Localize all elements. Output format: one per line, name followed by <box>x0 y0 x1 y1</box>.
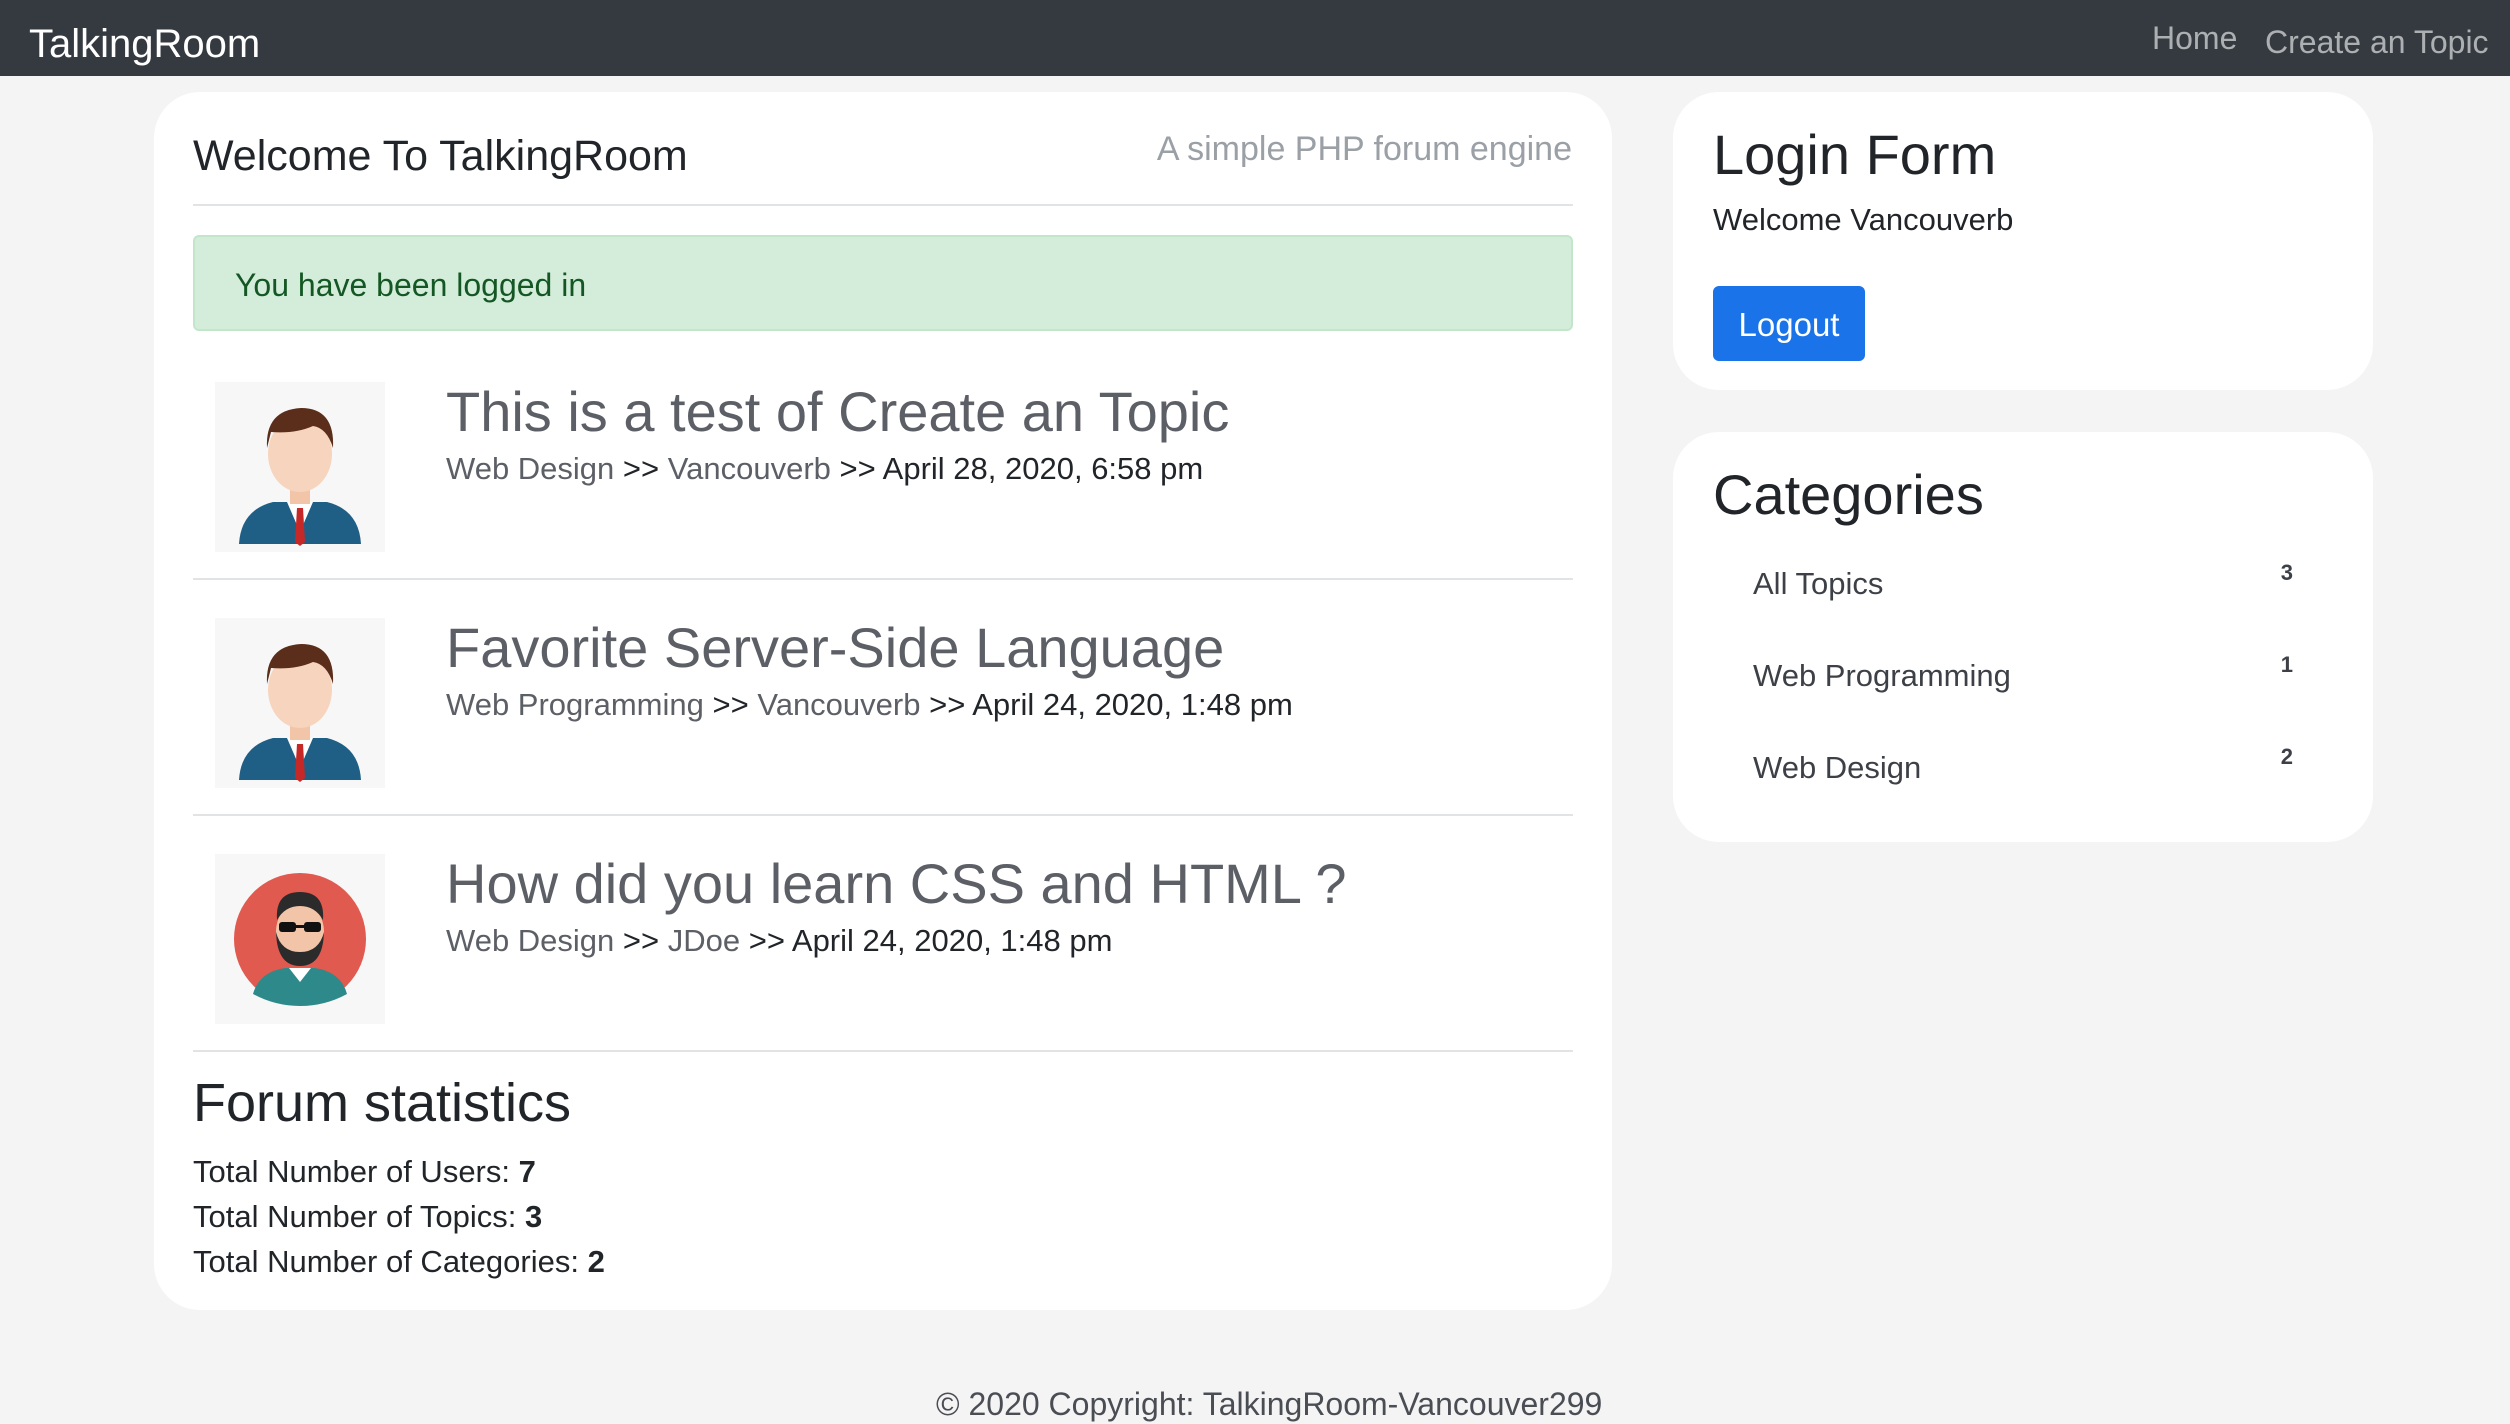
navbar: TalkingRoom Home Create an Topic <box>0 0 2510 76</box>
topic-date: April 24, 2020, 1:48 pm <box>791 923 1113 958</box>
stat-topics: Total Number of Topics: 3 <box>193 1199 543 1234</box>
topic-category-link[interactable]: Web Design <box>446 451 614 486</box>
categories-title: Categories <box>1713 463 1984 526</box>
meta-separator: >> <box>712 687 749 722</box>
brand-logo[interactable]: TalkingRoom <box>29 22 260 67</box>
page-title: Welcome To TalkingRoom <box>193 132 688 180</box>
nav-create-topic-link[interactable]: Create an Topic <box>2265 24 2489 61</box>
meta-separator: >> <box>748 923 785 958</box>
topic-category-link[interactable]: Web Design <box>446 923 614 958</box>
topic-item: Favorite Server-Side Language Web Progra… <box>193 603 1573 839</box>
topic-author-link[interactable]: Vancouverb <box>668 451 831 486</box>
meta-separator: >> <box>929 687 966 722</box>
main-card: Welcome To TalkingRoom A simple PHP foru… <box>154 92 1612 1310</box>
bearded-avatar-icon <box>215 854 385 1024</box>
divider <box>193 814 1573 816</box>
meta-separator: >> <box>622 451 660 486</box>
topic-meta: Web Programming >> Vancouverb >> April 2… <box>446 687 1293 723</box>
footer-copyright: © 2020 Copyright: TalkingRoom-Vancouver2… <box>936 1386 1603 1422</box>
tagline: A simple PHP forum engine <box>1156 130 1572 168</box>
topic-meta: Web Design >> JDoe >> April 24, 2020, 1:… <box>446 923 1112 959</box>
alert-text: You have been logged in <box>235 267 587 303</box>
male-avatar-icon <box>215 618 385 788</box>
topic-date: April 28, 2020, 6:58 pm <box>882 451 1204 486</box>
category-item-all-topics[interactable]: All Topics 3 <box>1753 560 2293 616</box>
category-count-badge: 3 <box>2280 560 2293 585</box>
logout-button[interactable]: Logout <box>1713 286 1865 361</box>
topic-author-link[interactable]: JDoe <box>668 923 740 958</box>
stat-users: Total Number of Users: 7 <box>193 1154 536 1189</box>
divider <box>193 1050 1573 1052</box>
topic-meta: Web Design >> Vancouverb >> April 28, 20… <box>446 451 1203 487</box>
success-alert: You have been logged in <box>193 235 1573 331</box>
category-count-badge: 2 <box>2280 744 2293 769</box>
topic-title-link[interactable]: Favorite Server-Side Language <box>446 615 1224 680</box>
login-title: Login Form <box>1713 123 1997 186</box>
stats-title: Forum statistics <box>193 1073 572 1133</box>
topic-category-link[interactable]: Web Programming <box>446 687 704 722</box>
topic-title-link[interactable]: This is a test of Create an Topic <box>446 379 1229 444</box>
category-label: Web Programming <box>1753 658 2011 693</box>
topic-author-link[interactable]: Vancouverb <box>757 687 920 722</box>
topic-date: April 24, 2020, 1:48 pm <box>972 687 1293 722</box>
meta-separator: >> <box>622 923 660 958</box>
category-count-badge: 1 <box>2280 652 2293 677</box>
topic-title-link[interactable]: How did you learn CSS and HTML ? <box>446 851 1347 916</box>
male-avatar-icon <box>215 382 385 552</box>
stat-categories: Total Number of Categories: 2 <box>193 1244 605 1279</box>
category-label: All Topics <box>1753 566 1884 601</box>
category-item-web-design[interactable]: Web Design 2 <box>1753 744 2293 800</box>
divider <box>193 204 1573 206</box>
login-welcome: Welcome Vancouverb <box>1713 202 2014 237</box>
login-card: Login Form Welcome Vancouverb Logout <box>1673 92 2373 390</box>
nav-home-link[interactable]: Home <box>2152 20 2237 57</box>
divider <box>193 578 1573 580</box>
topic-item: How did you learn CSS and HTML ? Web Des… <box>193 839 1573 1075</box>
topic-item: This is a test of Create an Topic Web De… <box>193 367 1573 603</box>
categories-card: Categories All Topics 3 Web Programming … <box>1673 432 2373 842</box>
meta-separator: >> <box>839 451 876 486</box>
category-label: Web Design <box>1753 750 1922 785</box>
category-item-web-programming[interactable]: Web Programming 1 <box>1753 652 2293 708</box>
